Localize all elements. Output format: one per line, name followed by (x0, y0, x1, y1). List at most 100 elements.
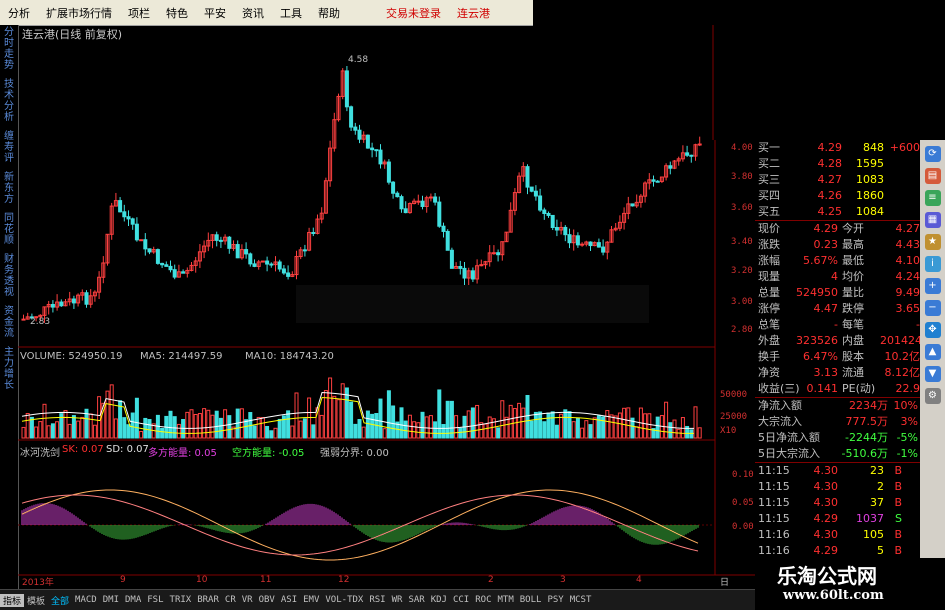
zoom-out-icon[interactable]: − (924, 300, 941, 316)
tick-time: 11:15 (758, 464, 790, 477)
volume-bar (445, 400, 450, 439)
flow-pct: 3% (900, 415, 918, 428)
candle-body (546, 212, 551, 216)
price-tick: 3.00 (731, 297, 753, 307)
stat-value: - (916, 318, 920, 331)
stat-key: 现量 (758, 270, 780, 283)
volume-bar (378, 398, 383, 439)
star-icon[interactable]: ★ (924, 234, 941, 250)
candle-body (596, 242, 601, 248)
volume-bar (416, 422, 421, 439)
price-tick: 4.00 (731, 143, 753, 153)
move-icon[interactable]: ✥ (924, 322, 941, 338)
stat-row: 现价 4.29 今开 4.27 (755, 221, 920, 237)
volume-bar (67, 423, 72, 439)
volume-bar (592, 417, 597, 439)
candle-body (84, 292, 89, 305)
candle-body (416, 200, 421, 203)
candle-body (458, 266, 463, 269)
candle-body (349, 106, 354, 128)
tick-side: B (894, 528, 902, 541)
stat-key: 涨停 (758, 302, 780, 315)
indicator-tab[interactable]: VOL-TDX (322, 595, 366, 605)
stat-value: 4.10 (895, 254, 921, 267)
indicator-tab[interactable]: DMA (122, 595, 144, 605)
volume-bar (458, 427, 463, 439)
candle-body (386, 161, 391, 183)
indicator-tab[interactable]: 全部 (48, 594, 72, 607)
candle-body (252, 263, 257, 267)
indicator-tab[interactable]: SAR (405, 595, 427, 605)
indicator-tab[interactable]: ASI (278, 595, 300, 605)
indicator-tab[interactable]: BRAR (194, 595, 222, 605)
flow-value: 2234万 (849, 399, 888, 412)
candle-body (399, 196, 404, 210)
volume-bar (244, 419, 249, 439)
indicator-tab[interactable]: FSL (144, 595, 166, 605)
volume-bar (466, 410, 471, 439)
date-label: 9 (120, 575, 126, 585)
candle-body (118, 200, 123, 213)
indicator-tab[interactable]: VR (239, 595, 256, 605)
indicator-tab[interactable]: PSY (544, 595, 566, 605)
indicator-tab[interactable]: MCST (567, 595, 595, 605)
indicator-tab[interactable]: RSI (366, 595, 388, 605)
candle-body (214, 234, 219, 241)
indicator-tab[interactable]: CCI (450, 595, 472, 605)
date-axis: 2013年 9 10 11 12 2 3 4 日线 (18, 575, 729, 601)
indicator-tab[interactable]: BOLL (517, 595, 545, 605)
volume-bar (647, 413, 652, 439)
indicator-tab[interactable]: OBV (256, 595, 278, 605)
volume-bar (176, 423, 181, 439)
indicator-tab[interactable]: MTM (495, 595, 517, 605)
arrow-up-icon[interactable]: ▲ (924, 344, 941, 360)
volume-bar (353, 423, 358, 439)
info-icon[interactable]: i (924, 256, 941, 272)
bid-label: 买二 (758, 157, 780, 170)
volume-bar (693, 406, 698, 439)
stat-row: 总笔 - 每笔 - (755, 317, 920, 333)
volume-bar (382, 428, 387, 439)
candle-body (286, 272, 291, 277)
indicator-tab[interactable]: MACD (72, 595, 100, 605)
refresh-icon[interactable]: ⟳ (924, 146, 941, 162)
volume-bar (689, 429, 694, 439)
stat-value: 22.9 (895, 382, 921, 395)
candle-body (374, 149, 379, 152)
tick-price: 4.29 (813, 512, 839, 525)
tick-volume: 23 (870, 464, 884, 477)
tick-price: 4.29 (813, 544, 839, 557)
indicator-tab[interactable]: CR (222, 595, 239, 605)
volume-bar (130, 412, 135, 439)
indicator-tab[interactable]: 指标 (0, 593, 25, 607)
indicator-tab[interactable]: KDJ (428, 595, 450, 605)
volume-bar (403, 420, 408, 439)
osc-sk: SK: 0.07 (62, 444, 104, 455)
indicator-tab[interactable]: DMI (100, 595, 122, 605)
chart-icon[interactable]: ▤ (924, 168, 941, 184)
indicator-tab[interactable]: ROC (472, 595, 494, 605)
volume-bar (546, 412, 551, 439)
stat-value: - (834, 318, 838, 331)
candle-body (147, 248, 152, 253)
kline-chart[interactable]: 4.58 2.83 (0, 0, 755, 589)
arrow-down-icon[interactable]: ▼ (924, 366, 941, 382)
flow-key: 净流入额 (758, 399, 802, 412)
volume-bar (697, 427, 702, 439)
zoom-in-icon[interactable]: + (924, 278, 941, 294)
settings-icon[interactable]: ⚙ (924, 388, 941, 404)
volume-bar (664, 401, 669, 439)
list-icon[interactable]: ≡ (924, 190, 941, 206)
indicator-tab[interactable]: EMV (300, 595, 322, 605)
volume-bar (143, 417, 148, 439)
volume-bar (319, 414, 324, 439)
indicator-tab[interactable]: 模板 (24, 594, 48, 607)
volume-bar (399, 407, 404, 439)
volume-bar (46, 425, 51, 439)
grid-icon[interactable]: ▦ (924, 212, 941, 228)
indicator-tab[interactable]: WR (389, 595, 406, 605)
indicator-tab[interactable]: TRIX (167, 595, 195, 605)
candle-body (143, 239, 148, 250)
price-tick: 3.60 (731, 203, 753, 213)
candle-body (529, 186, 534, 192)
